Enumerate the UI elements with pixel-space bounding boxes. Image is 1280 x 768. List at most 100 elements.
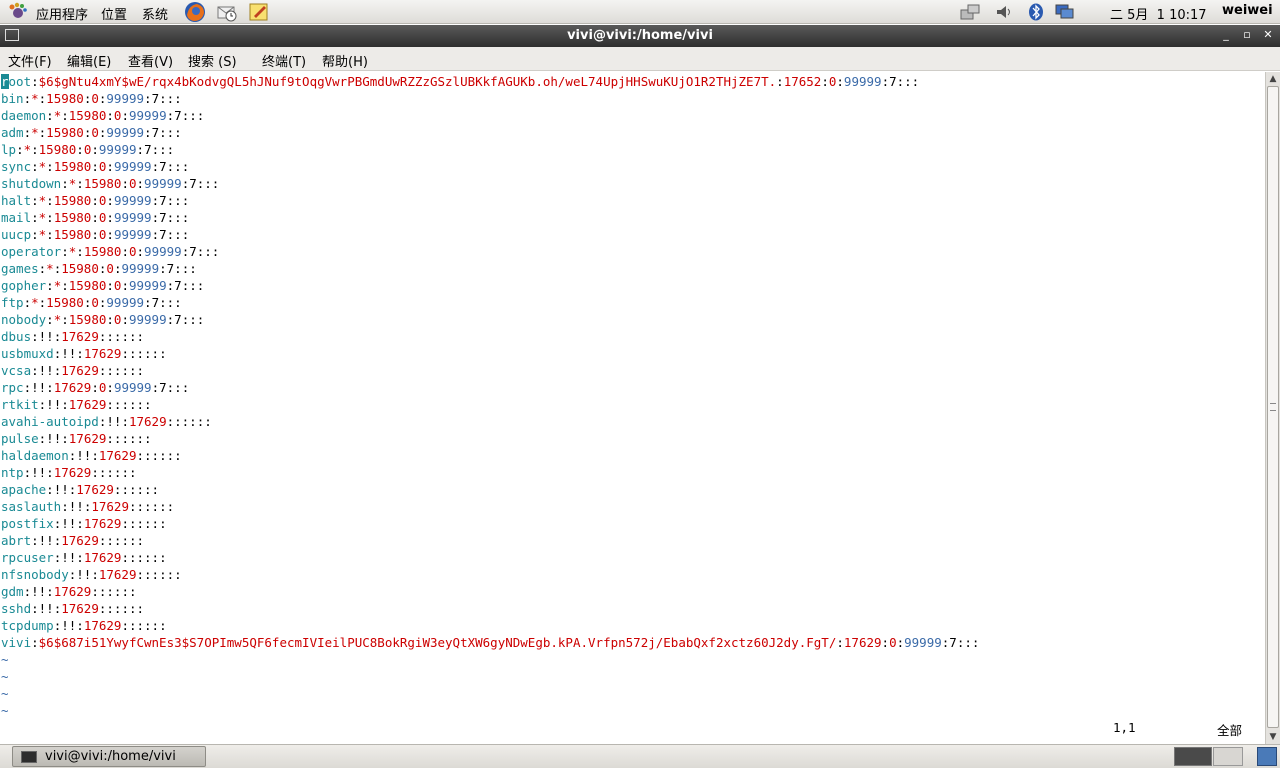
entry-lastchange: 17629 (61, 533, 99, 548)
menu-edit[interactable]: 编辑(E) (67, 51, 111, 70)
entry-username: vivi (1, 635, 32, 650)
entry-password: !! (38, 601, 54, 616)
entry-username: sync (1, 159, 32, 174)
workspace-1[interactable] (1174, 747, 1212, 766)
close-icon[interactable]: ✕ (1260, 27, 1276, 43)
field-separator: : (121, 108, 129, 123)
display-icon[interactable] (1054, 3, 1074, 21)
empty-buffer-line: ~ (1, 703, 9, 718)
bluetooth-icon[interactable] (1026, 3, 1046, 21)
entry-trailing-fields: ::: (166, 210, 190, 225)
entry-trailing-fields: ::: (181, 312, 205, 327)
menu-view[interactable]: 查看(V) (128, 51, 173, 70)
entry-username: adm (1, 125, 24, 140)
field-separator: : (23, 584, 32, 599)
grip-icon (1270, 403, 1276, 411)
entry-password: !! (46, 397, 62, 412)
menu-help[interactable]: 帮助(H) (322, 51, 368, 70)
entry-username: gopher (1, 278, 47, 293)
entry-warn-days: 7 (144, 142, 152, 157)
entry-password: !! (46, 431, 62, 446)
window-titlebar[interactable]: vivi@vivi:/home/vivi _ ▫ ✕ (0, 25, 1280, 47)
shadow-entry-line: rpc:!!:17629:0:99999:7::: (1, 379, 189, 396)
entry-lastchange: 17629 (53, 380, 92, 395)
entry-password: !! (76, 448, 92, 463)
entry-trailing-fields: :::::: (98, 601, 145, 616)
entry-lastchange: 15980 (68, 278, 107, 293)
entry-username: rtkit (1, 397, 39, 412)
firefox-icon[interactable] (184, 1, 206, 23)
shadow-entry-line: pulse:!!:17629:::::: (1, 430, 152, 447)
terminal-icon (21, 751, 37, 763)
shadow-entry-line: operator:*:15980:0:99999:7::: (1, 243, 219, 260)
menu-applications[interactable]: 应用程序 (36, 4, 88, 23)
entry-max-days: 99999 (106, 91, 145, 106)
taskbar-window-button[interactable]: vivi@vivi:/home/vivi (12, 746, 206, 767)
menu-system[interactable]: 系统 (142, 4, 168, 23)
menu-search[interactable]: 搜索 (S) (188, 51, 237, 70)
gnome-foot-icon[interactable] (8, 2, 28, 22)
field-separator: : (91, 210, 99, 225)
notes-editor-icon[interactable] (248, 1, 270, 23)
field-separator: : (61, 108, 69, 123)
maximize-icon[interactable]: ▫ (1239, 27, 1255, 43)
entry-lastchange: 15980 (68, 312, 107, 327)
field-separator: : (31, 635, 39, 650)
field-separator: : (159, 261, 167, 276)
entry-max-days: 99999 (113, 159, 152, 174)
entry-warn-days: 7 (889, 74, 897, 89)
field-separator: : (121, 176, 129, 191)
entry-username: apache (1, 482, 47, 497)
field-separator: : (91, 448, 99, 463)
field-separator: : (144, 125, 152, 140)
shadow-entry-line: avahi-autoipd:!!:17629:::::: (1, 413, 212, 430)
entry-password: * (31, 91, 39, 106)
entry-max-days: 99999 (106, 295, 145, 310)
entry-min-days: 0 (91, 295, 99, 310)
field-separator: : (136, 176, 145, 191)
field-separator: : (91, 142, 99, 157)
shadow-entry-line: daemon:*:15980:0:99999:7::: (1, 107, 204, 124)
menu-bar: 文件(F) 编辑(E) 查看(V) 搜索 (S) 终端(T) 帮助(H) (0, 47, 1280, 71)
shadow-entry-line: dbus:!!:17629:::::: (1, 328, 144, 345)
field-separator: : (46, 312, 54, 327)
entry-lastchange: 15980 (46, 295, 84, 310)
entry-lastchange: 15980 (53, 193, 92, 208)
menu-terminal[interactable]: 终端(T) (262, 51, 306, 70)
entry-username: halt (1, 193, 32, 208)
menu-file[interactable]: 文件(F) (8, 51, 52, 70)
vertical-scrollbar[interactable]: ▲ ▼ (1265, 72, 1280, 744)
field-separator: : (821, 74, 829, 89)
scrollbar-thumb[interactable] (1267, 86, 1279, 728)
workspace-2[interactable] (1213, 747, 1243, 766)
volume-icon[interactable] (994, 3, 1014, 21)
field-separator: : (46, 278, 54, 293)
entry-username: postfix (1, 516, 54, 531)
scroll-up-icon[interactable]: ▲ (1266, 72, 1280, 86)
user-name[interactable]: weiwei (1222, 3, 1273, 18)
empty-buffer-line: ~ (1, 669, 9, 684)
field-separator: : (61, 499, 69, 514)
scroll-down-icon[interactable]: ▼ (1266, 730, 1280, 744)
terminal-view[interactable]: root:$6$gNtu4xmY$wE/rqx4bKodvgQL5hJNuf9t… (0, 72, 1264, 744)
menu-places[interactable]: 位置 (101, 4, 127, 23)
entry-lastchange: 17629 (83, 550, 122, 565)
entry-username: rpcuser (1, 550, 54, 565)
entry-max-days: 99999 (144, 176, 182, 191)
field-separator: : (76, 618, 84, 633)
mail-clock-icon[interactable] (216, 1, 238, 23)
clock[interactable]: 二 5月 1 10:17 (1110, 4, 1207, 23)
entry-password: !! (31, 584, 47, 599)
field-separator: : (61, 397, 69, 412)
minimize-icon[interactable]: _ (1218, 27, 1234, 43)
entry-trailing-fields: :::::: (98, 363, 145, 378)
field-separator: : (121, 278, 129, 293)
field-separator: : (151, 159, 160, 174)
field-separator: : (121, 414, 129, 429)
entry-max-days: 99999 (128, 108, 167, 123)
network-icon[interactable] (960, 3, 980, 21)
field-separator: : (106, 159, 114, 174)
entry-warn-days: 7 (159, 210, 167, 225)
entry-max-days: 99999 (106, 125, 145, 140)
trash-icon[interactable] (1257, 747, 1277, 766)
